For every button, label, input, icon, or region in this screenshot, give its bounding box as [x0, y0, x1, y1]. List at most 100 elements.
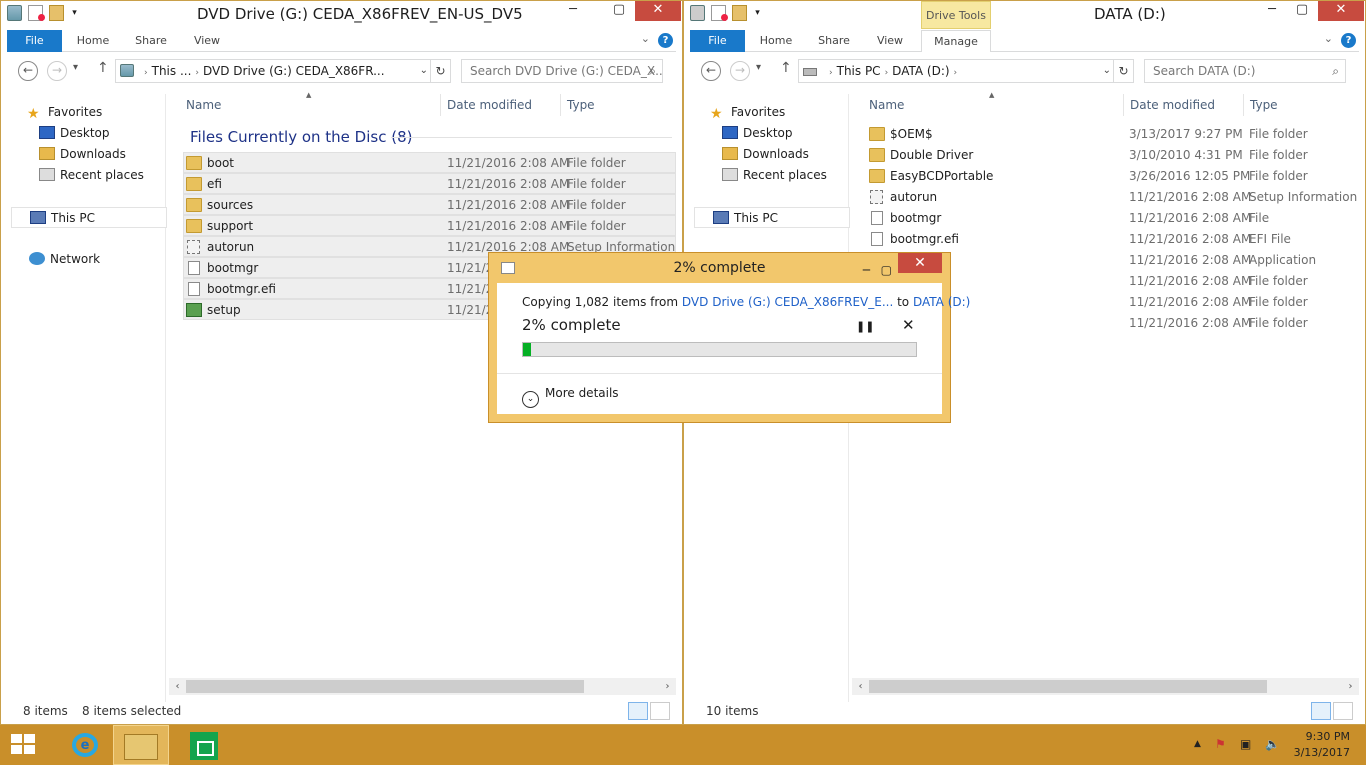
search-icon[interactable]: ⌕ — [1332, 60, 1339, 82]
source-link[interactable]: DVD Drive (G:) CEDA_X86FREV_E... — [682, 295, 893, 309]
column-divider[interactable] — [440, 94, 441, 116]
search-input[interactable]: Search DVD Drive (G:) CEDA_X... ⌕ — [461, 59, 663, 83]
minimize-button[interactable]: ─ — [863, 255, 870, 285]
breadcrumb-chevron-icon[interactable]: › — [195, 68, 199, 78]
tab-home[interactable]: Home — [756, 30, 796, 52]
breadcrumb-data-drive[interactable]: DATA (D:) — [892, 64, 949, 78]
column-divider[interactable] — [560, 94, 561, 116]
address-dropdown-icon[interactable]: ⌄ — [1103, 60, 1111, 82]
nav-desktop[interactable]: Desktop — [722, 123, 878, 144]
horizontal-scrollbar[interactable]: ‹ › — [852, 678, 1359, 695]
scrollbar-thumb[interactable] — [186, 680, 584, 693]
scrollbar-thumb[interactable] — [869, 680, 1267, 693]
action-center-icon[interactable]: ⚑ — [1215, 737, 1226, 751]
nav-recent-places[interactable]: Recent places — [722, 165, 878, 186]
column-name[interactable]: Name — [869, 98, 904, 112]
recent-locations-icon[interactable]: ▾ — [73, 62, 78, 73]
refresh-icon[interactable]: ↻ — [430, 60, 450, 82]
file-row[interactable]: support 11/21/2016 2:08 AM File folder — [183, 215, 676, 236]
search-icon[interactable]: ⌕ — [649, 60, 656, 82]
file-row[interactable]: sources 11/21/2016 2:08 AM File folder — [183, 194, 676, 215]
nav-downloads[interactable]: Downloads — [722, 144, 878, 165]
group-header[interactable]: Files Currently on the Disc (8) — [190, 128, 412, 146]
taskbar-store[interactable] — [177, 725, 233, 765]
address-bar[interactable]: › This PC › DATA (D:) › ⌄ ↻ — [798, 59, 1134, 83]
taskbar-file-explorer[interactable] — [113, 725, 169, 765]
nav-desktop[interactable]: Desktop — [39, 123, 195, 144]
title-bar[interactable]: ▾ DVD Drive (G:) CEDA_X86FREV_EN-US_DV5 … — [1, 1, 682, 27]
new-folder-icon[interactable] — [49, 5, 64, 21]
nav-favorites[interactable]: ★ Favorites — [27, 102, 183, 123]
tab-view[interactable]: View — [870, 30, 910, 52]
back-button[interactable]: ← — [701, 61, 721, 81]
breadcrumb-chevron-icon[interactable]: › — [144, 68, 148, 78]
nav-this-pc[interactable]: This PC — [11, 207, 167, 228]
more-details-button[interactable]: ⌄ More details — [522, 386, 619, 408]
breadcrumb-chevron-icon[interactable]: › — [954, 68, 958, 78]
column-type[interactable]: Type — [567, 98, 595, 112]
breadcrumb-chevron-icon[interactable]: › — [829, 68, 833, 78]
breadcrumb-dvd-drive[interactable]: DVD Drive (G:) CEDA_X86FR... — [203, 64, 385, 78]
breadcrumb-this-pc[interactable]: This PC — [837, 64, 881, 78]
tab-view[interactable]: View — [187, 30, 227, 52]
column-date-modified[interactable]: Date modified — [1130, 98, 1215, 112]
file-row[interactable]: $OEM$ 3/13/2017 9:27 PM File folder — [866, 124, 1361, 145]
large-icons-view-icon[interactable] — [1333, 702, 1353, 720]
destination-link[interactable]: DATA (D:) — [913, 295, 970, 309]
start-button[interactable] — [0, 725, 56, 765]
close-button[interactable]: ✕ — [898, 253, 942, 273]
refresh-icon[interactable]: ↻ — [1113, 60, 1133, 82]
customize-toolbar-icon[interactable]: ▾ — [70, 5, 79, 21]
scroll-right-icon[interactable]: › — [1342, 678, 1359, 695]
details-view-icon[interactable] — [628, 702, 648, 720]
tab-file[interactable]: File — [7, 30, 62, 52]
horizontal-scrollbar[interactable]: ‹ › — [169, 678, 676, 695]
breadcrumb-this-pc[interactable]: This ... — [152, 64, 192, 78]
close-button[interactable]: ✕ — [635, 1, 681, 21]
recent-locations-icon[interactable]: ▾ — [756, 62, 761, 73]
nav-favorites[interactable]: ★ Favorites — [710, 102, 866, 123]
expand-ribbon-icon[interactable]: ⌄ — [1324, 32, 1333, 45]
tab-home[interactable]: Home — [73, 30, 113, 52]
tab-manage[interactable]: Manage — [921, 30, 991, 52]
nav-this-pc[interactable]: This PC — [694, 207, 850, 228]
cancel-icon[interactable]: ✕ — [902, 316, 915, 334]
help-icon[interactable]: ? — [1341, 33, 1356, 48]
file-row[interactable]: bootmgr.efi 11/21/2016 2:08 AM EFI File — [866, 229, 1361, 250]
new-folder-icon[interactable] — [732, 5, 747, 21]
dialog-title-bar[interactable]: 2% complete ─ ▢ ✕ — [489, 253, 950, 283]
up-button[interactable]: ↑ — [780, 60, 792, 76]
breadcrumb-chevron-icon[interactable]: › — [885, 68, 889, 78]
file-row[interactable]: Double Driver 3/10/2010 4:31 PM File folde… — [866, 145, 1361, 166]
address-dropdown-icon[interactable]: ⌄ — [420, 60, 428, 82]
tab-share[interactable]: Share — [129, 30, 173, 52]
file-row[interactable]: EasyBCDPortable 3/26/2016 12:05 PM File fo… — [866, 166, 1361, 187]
column-date-modified[interactable]: Date modified — [447, 98, 532, 112]
up-button[interactable]: ↑ — [97, 60, 109, 76]
scroll-right-icon[interactable]: › — [659, 678, 676, 695]
file-row[interactable]: efi 11/21/2016 2:08 AM File folder — [183, 173, 676, 194]
column-divider[interactable] — [1123, 94, 1124, 116]
nav-recent-places[interactable]: Recent places — [39, 165, 195, 186]
scroll-left-icon[interactable]: ‹ — [852, 678, 869, 695]
nav-downloads[interactable]: Downloads — [39, 144, 195, 165]
pause-icon[interactable]: ❚❚ — [856, 320, 874, 333]
nav-network[interactable]: Network — [29, 249, 185, 270]
scroll-left-icon[interactable]: ‹ — [169, 678, 186, 695]
clock[interactable]: 9:30 PM 3/13/2017 — [1294, 729, 1350, 761]
forward-button[interactable]: → — [47, 61, 67, 81]
back-button[interactable]: ← — [18, 61, 38, 81]
volume-icon[interactable]: 🔈 — [1265, 737, 1280, 751]
properties-icon[interactable] — [28, 5, 45, 21]
tab-share[interactable]: Share — [812, 30, 856, 52]
column-divider[interactable] — [1243, 94, 1244, 116]
large-icons-view-icon[interactable] — [650, 702, 670, 720]
close-button[interactable]: ✕ — [1318, 1, 1364, 21]
show-hidden-icons-icon[interactable]: ▲ — [1194, 739, 1201, 749]
help-icon[interactable]: ? — [658, 33, 673, 48]
forward-button[interactable]: → — [730, 61, 750, 81]
tab-file[interactable]: File — [690, 30, 745, 52]
file-row[interactable]: bootmgr 11/21/2016 2:08 AM File — [866, 208, 1361, 229]
search-input[interactable]: Search DATA (D:) ⌕ — [1144, 59, 1346, 83]
title-bar[interactable]: ▾ Drive Tools DATA (D:) ─ ▢ ✕ — [684, 1, 1365, 29]
